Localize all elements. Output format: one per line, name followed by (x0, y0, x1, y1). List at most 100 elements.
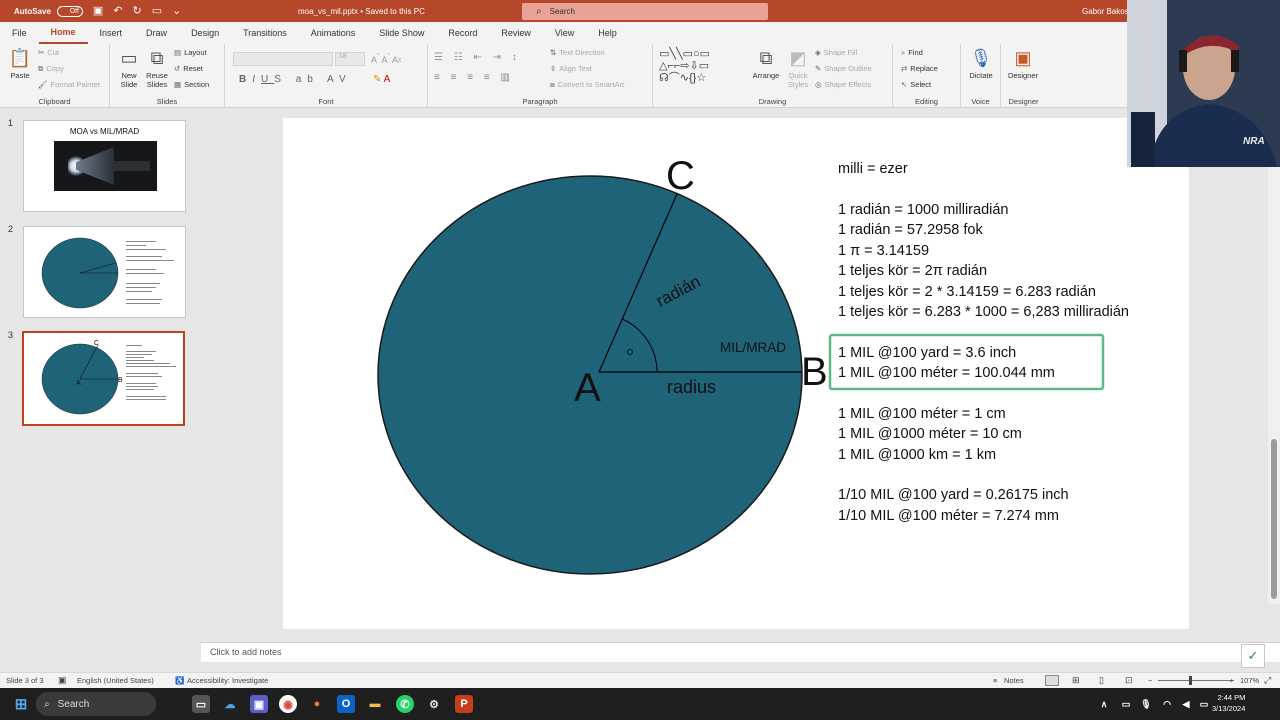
slide-sorter-icon[interactable]: ⊞ (1072, 675, 1080, 686)
font-size-controls[interactable]: Aˆ Aˇ Aᵡ (371, 52, 401, 65)
font-style-buttons[interactable]: BIUS ab AV (239, 74, 352, 85)
tab-view[interactable]: View (543, 22, 586, 44)
designer-button[interactable]: ▣ Designer (1003, 48, 1043, 80)
slide-thumbnail-2[interactable] (23, 226, 186, 318)
spelling-check-icon[interactable]: ▣ (58, 675, 67, 686)
thumbnail-number: 3 (8, 330, 14, 340)
font-color-buttons[interactable]: ✎ A (373, 74, 390, 85)
show-hidden-icons[interactable]: ∧ (1095, 695, 1113, 713)
shape-effects-button[interactable]: ◎ Shape Effects (815, 80, 871, 89)
undo-icon[interactable]: ↶ (113, 5, 122, 17)
zoom-slider-thumb[interactable] (1189, 676, 1192, 685)
list-buttons[interactable]: ☰ ☷ ⇤ ⇥ ↕ (434, 52, 521, 63)
replace-button[interactable]: ⇄ Replace (901, 64, 938, 73)
notes-pane[interactable]: Click to add notes (201, 642, 1280, 662)
format-painter-button[interactable]: 🖌 Format Painter (38, 80, 100, 89)
accessibility-icon[interactable]: ♿ (175, 676, 184, 685)
checkmark-icon[interactable]: ✓ (1241, 644, 1265, 668)
select-label: Select (910, 80, 932, 89)
tab-transitions[interactable]: Transitions (231, 22, 299, 44)
align-text-button[interactable]: ⇳ Align Text (550, 64, 592, 73)
windows-start-icon[interactable]: ⊞ (12, 695, 30, 713)
shapes-gallery[interactable]: ▭╲╲▭○▭ △⌐⌐⇨⇩▭ ☊⌒∿{}☆ (659, 48, 710, 84)
save-icon[interactable]: ▣ (93, 5, 103, 17)
fit-to-window-icon[interactable]: ⤢ (1264, 675, 1271, 686)
copy-icon: ⧉ (38, 64, 44, 73)
language-indicator[interactable]: English (United States) (77, 676, 154, 685)
autosave-toggle[interactable]: Off (56, 5, 83, 17)
taskbar-clock[interactable]: 2:44 PM 3/13/2024 (1212, 692, 1245, 714)
zoom-level[interactable]: 107% (1240, 676, 1259, 685)
find-button[interactable]: ⌕ Find (901, 48, 923, 58)
convert-smartart-button[interactable]: ⧈ Convert to SmartArt (550, 80, 624, 90)
volume-icon[interactable]: ◀ (1177, 695, 1195, 713)
copy-button[interactable]: ⧉ Copy (38, 64, 64, 74)
reuse-slides-button[interactable]: ⧉ Reuse Slides (144, 48, 170, 89)
reading-view-icon[interactable]: ▯ (1099, 675, 1104, 686)
dictate-button[interactable]: 🎙 Dictate (965, 48, 997, 80)
save-app-icon[interactable]: ▣ (250, 695, 268, 713)
firefox-icon[interactable]: ● (308, 695, 326, 713)
zoom-out-icon[interactable]: − (1148, 676, 1152, 685)
notes-toggle[interactable]: Notes (1004, 676, 1024, 685)
new-slide-icon: ▭ (120, 48, 138, 68)
vertical-scrollbar[interactable] (1268, 109, 1280, 604)
tab-review[interactable]: Review (489, 22, 543, 44)
text-direction-button[interactable]: ⇅ Text Direction (550, 48, 605, 57)
outlook-icon[interactable]: O (337, 695, 355, 713)
zoom-slider[interactable] (1158, 680, 1234, 681)
file-explorer-icon[interactable]: ▬ (366, 695, 384, 713)
font-group-label: Font (318, 97, 334, 106)
tab-animations[interactable]: Animations (299, 22, 368, 44)
wifi-icon[interactable]: ◠ (1158, 695, 1176, 713)
zoom-in-icon[interactable]: + (1229, 676, 1233, 685)
select-button[interactable]: ↖ Select (901, 80, 931, 89)
task-view-icon[interactable]: ▭ (192, 695, 210, 713)
taskbar-search[interactable]: ⌕ Search (36, 692, 156, 716)
powerpoint-icon[interactable]: P (455, 695, 473, 713)
slides-group: ▭ New Slide ⧉ Reuse Slides ▤ Layout ↺ Rese… (110, 44, 225, 108)
reset-button[interactable]: ↺ Reset (174, 64, 203, 73)
current-slide[interactable]: C A B radián MIL/MRAD radius milli = eze… (283, 118, 1189, 629)
tab-draw[interactable]: Draw (134, 22, 179, 44)
onedrive-icon[interactable]: ☁ (221, 695, 239, 713)
tab-record[interactable]: Record (436, 22, 489, 44)
normal-view-icon[interactable] (1045, 675, 1059, 686)
slide-thumbnail-3[interactable]: C A B (22, 331, 185, 426)
settings-icon[interactable]: ⚙ (425, 695, 443, 713)
font-size-field[interactable]: 18 (335, 52, 365, 66)
new-slide-button[interactable]: ▭ New Slide (116, 48, 142, 89)
battery-icon[interactable]: ▭ (1195, 695, 1213, 713)
document-title[interactable]: moa_vs_mil.pptx • Saved to this PC (298, 7, 425, 16)
chrome-icon[interactable]: ◉ (279, 695, 297, 713)
paste-button[interactable]: 📋 Paste (6, 48, 34, 80)
start-slideshow-icon[interactable]: ▭ (152, 5, 162, 17)
tab-home[interactable]: Home (38, 22, 88, 44)
tab-insert[interactable]: Insert (88, 22, 135, 44)
tab-file[interactable]: File (0, 22, 39, 44)
tab-design[interactable]: Design (179, 22, 231, 44)
clipboard-group: 📋 Paste ✂ Cut ⧉ Copy 🖌 Format Painter Clipb… (0, 44, 110, 108)
tab-slide-show[interactable]: Slide Show (367, 22, 436, 44)
tray-app-icon[interactable]: ▭ (1117, 695, 1135, 713)
arrange-button[interactable]: ⧉ Arrange (751, 48, 781, 80)
user-name[interactable]: Gabor Bakos (1082, 7, 1129, 16)
scrollbar-thumb[interactable] (1271, 439, 1277, 599)
cut-button[interactable]: ✂ Cut (38, 48, 59, 57)
search-box[interactable]: ⌕ Search (522, 3, 768, 20)
layout-button[interactable]: ▤ Layout (174, 48, 207, 57)
accessibility-status[interactable]: Accessibility: Investigate (187, 676, 268, 685)
whatsapp-icon[interactable]: ✆ (396, 695, 414, 713)
redo-icon[interactable]: ↻ (133, 5, 142, 17)
microphone-tray-icon[interactable]: 🎙 (1137, 695, 1155, 713)
tab-help[interactable]: Help (586, 22, 629, 44)
font-name-field[interactable] (233, 52, 333, 66)
alignment-buttons[interactable]: ≡ ≡ ≡ ≡ ▥ (434, 72, 514, 83)
shape-fill-button[interactable]: ◈ Shape Fill (815, 48, 857, 57)
slide-thumbnail-1[interactable]: MOA vs MIL/MRAD (23, 120, 186, 212)
quick-styles-button[interactable]: ◩ Quick Styles (783, 48, 813, 89)
slideshow-view-icon[interactable]: ⊡ (1125, 675, 1133, 686)
section-button[interactable]: ▦ Section (174, 80, 209, 89)
customize-quick-access-icon[interactable]: ⌄ (172, 5, 181, 17)
shape-outline-button[interactable]: ✎ Shape Outline (815, 64, 872, 73)
